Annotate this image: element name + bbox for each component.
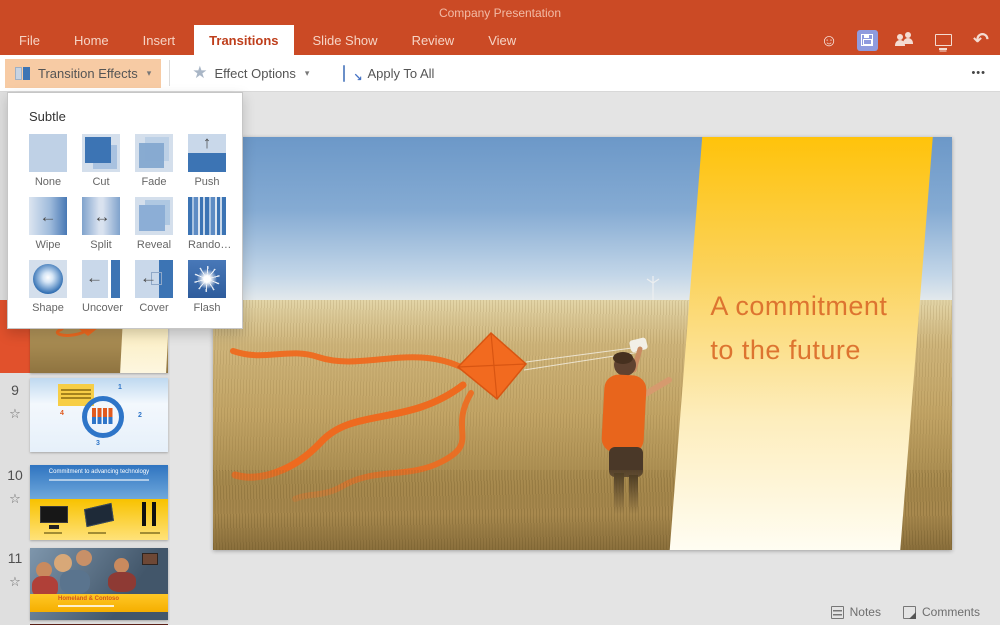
- apply-to-all-icon: ↘: [343, 66, 360, 80]
- chevron-down-icon: ▾: [305, 68, 310, 79]
- titlebar-icon-group: ☺ ↶: [818, 25, 992, 55]
- transition-random-bars-icon: [188, 197, 226, 235]
- transition-push-icon: ↑: [188, 134, 226, 172]
- kite: [458, 333, 526, 399]
- transition-effects-icon: [15, 66, 31, 81]
- transition-fade-icon: [135, 134, 173, 172]
- transition-star-icon: ☆: [0, 406, 30, 422]
- notes-button[interactable]: Notes: [831, 605, 881, 619]
- transition-effects-label: Transition Effects: [38, 66, 138, 81]
- tv-art: [84, 503, 114, 527]
- statusbar: Notes Comments: [831, 605, 980, 619]
- apply-to-all-button[interactable]: ↘ Apply To All: [333, 59, 444, 88]
- undo-icon[interactable]: ↶: [970, 29, 992, 51]
- transition-group-label: Subtle: [29, 109, 242, 124]
- slide-10-number-column: 10 ☆: [0, 467, 30, 507]
- notes-icon: [831, 606, 844, 619]
- notes-label: Notes: [850, 605, 881, 619]
- effect-options-button[interactable]: ★ Effect Options ▾: [182, 59, 319, 88]
- transition-wipe[interactable]: ← Wipe: [29, 197, 67, 251]
- transition-split-icon: ↔: [82, 197, 120, 235]
- current-slide[interactable]: A commitment to the future: [213, 137, 952, 550]
- transition-none[interactable]: None: [29, 134, 67, 188]
- slide-9-number-column: 9 ☆: [0, 382, 30, 422]
- transition-star-icon: ☆: [0, 574, 30, 590]
- transition-shape-icon: [29, 260, 67, 298]
- present-display-icon[interactable]: [932, 29, 954, 51]
- thumb-banner: Homeland & Contoso: [30, 594, 168, 612]
- tab-insert[interactable]: Insert: [128, 25, 191, 55]
- transition-cut-icon: [82, 134, 120, 172]
- transition-shape[interactable]: Shape: [29, 260, 67, 314]
- transition-star-icon: ☆: [0, 491, 30, 507]
- picture-frame-art: [142, 553, 158, 565]
- slide-heading-line2: to the future: [710, 328, 887, 372]
- thumb-banner-text: Homeland & Contoso: [58, 596, 119, 602]
- tab-home[interactable]: Home: [59, 25, 124, 55]
- transition-none-icon: [29, 134, 67, 172]
- slide-number: 10: [0, 467, 30, 483]
- slide-thumbnail-10[interactable]: Commitment to advancing technology: [30, 465, 168, 540]
- tab-transitions[interactable]: Transitions: [194, 25, 293, 55]
- titlebar: Company Presentation: [0, 0, 1000, 25]
- smiley-icon[interactable]: ☺: [818, 29, 840, 51]
- comments-label: Comments: [922, 605, 980, 619]
- share-people-icon[interactable]: [894, 29, 916, 51]
- speaker-art: [152, 502, 156, 526]
- slide-thumbnail-11[interactable]: Homeland & Contoso: [30, 548, 168, 620]
- transition-uncover-icon: ←: [82, 260, 120, 298]
- slide-number: 9: [0, 382, 30, 398]
- ribbon-more-button[interactable]: •••: [971, 67, 986, 79]
- comments-button[interactable]: Comments: [903, 605, 980, 619]
- document-title: Company Presentation: [439, 6, 561, 20]
- transition-tile-grid: None Cut Fade ↑ Push ← Wipe ↔: [29, 134, 242, 314]
- tab-file[interactable]: File: [4, 25, 55, 55]
- apply-to-all-label: Apply To All: [367, 66, 434, 81]
- transition-random-bars[interactable]: Rando…: [188, 197, 226, 251]
- transition-cover-icon: ←: [135, 260, 173, 298]
- slide-number: 11: [0, 550, 30, 566]
- transition-wipe-icon: ←: [29, 197, 67, 235]
- comments-icon: [903, 606, 916, 619]
- ribbon: Transition Effects ▾ ★ Effect Options ▾ …: [0, 55, 1000, 92]
- tab-slideshow[interactable]: Slide Show: [298, 25, 393, 55]
- transition-flash-icon: [188, 260, 226, 298]
- transition-effects-button[interactable]: Transition Effects ▾: [5, 59, 161, 88]
- ribbon-tabbar: File Home Insert Transitions Slide Show …: [0, 25, 1000, 55]
- transition-flash[interactable]: Flash: [188, 260, 226, 314]
- effect-options-label: Effect Options: [215, 66, 296, 81]
- slide-11-number-column: 11 ☆: [0, 550, 30, 590]
- ribbon-divider: [169, 60, 170, 86]
- tab-review[interactable]: Review: [397, 25, 470, 55]
- save-icon[interactable]: [856, 29, 878, 51]
- slide-heading-line1: A commitment: [710, 284, 887, 328]
- tab-view[interactable]: View: [473, 25, 531, 55]
- transition-reveal[interactable]: Reveal: [135, 197, 173, 251]
- transition-reveal-icon: [135, 197, 173, 235]
- transition-uncover[interactable]: ← Uncover: [82, 260, 120, 314]
- speaker-art: [142, 502, 146, 526]
- transition-cut[interactable]: Cut: [82, 134, 120, 188]
- tv-art: [40, 506, 68, 523]
- chevron-down-icon: ▾: [147, 68, 152, 79]
- star-icon: ★: [192, 63, 207, 83]
- thumb-title: Commitment to advancing technology: [30, 469, 168, 475]
- transition-push[interactable]: ↑ Push: [188, 134, 226, 188]
- transition-fade[interactable]: Fade: [135, 134, 173, 188]
- slide-thumbnail-9[interactable]: 1 4 2 3: [30, 378, 168, 452]
- editing-canvas: A commitment to the future Notes Comment…: [170, 92, 1000, 625]
- transition-split[interactable]: ↔ Split: [82, 197, 120, 251]
- transition-cover[interactable]: ← Cover: [135, 260, 173, 314]
- transitions-dropdown-panel: Subtle None Cut Fade ↑ Push ←: [7, 92, 243, 329]
- powerpoint-window: Company Presentation File Home Insert Tr…: [0, 0, 1000, 625]
- slide-heading[interactable]: A commitment to the future: [710, 284, 887, 372]
